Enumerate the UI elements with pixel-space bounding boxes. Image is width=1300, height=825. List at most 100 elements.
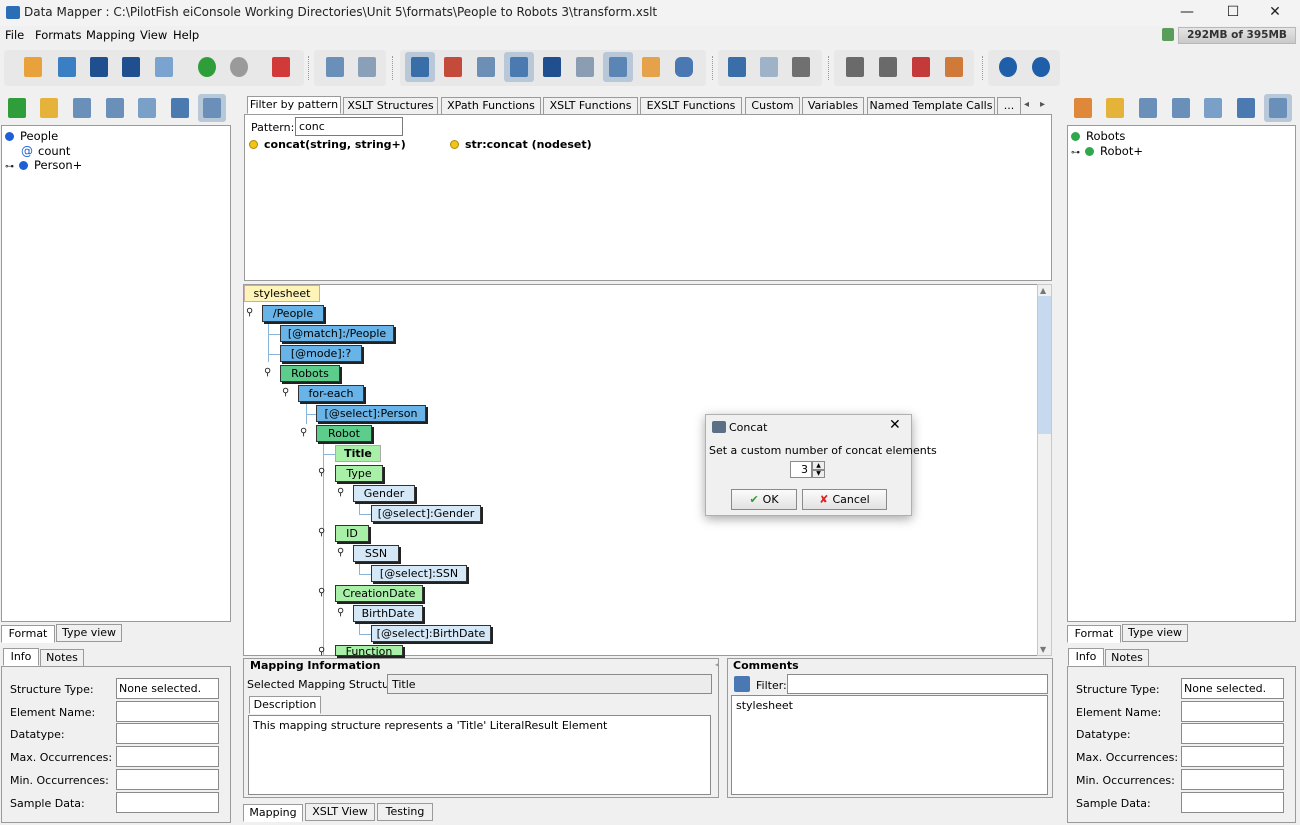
- cancel-button[interactable]: ✘ Cancel: [802, 489, 887, 510]
- tree-item-robot[interactable]: ⊶ Robot+: [1071, 144, 1143, 158]
- save-as-button[interactable]: [116, 52, 146, 82]
- node-for-each[interactable]: for-each: [298, 385, 364, 402]
- spinner-up-icon[interactable]: ▲: [812, 461, 825, 470]
- tab-type-view-right[interactable]: Type view: [1122, 624, 1188, 642]
- node-select-gender[interactable]: [@select]:Gender: [371, 505, 481, 522]
- tab-description[interactable]: Description: [249, 696, 321, 714]
- attribute-view-button[interactable]: [603, 52, 633, 82]
- delete-node-button[interactable]: [906, 52, 936, 82]
- info-view-button[interactable]: [405, 52, 435, 82]
- structure-type-field[interactable]: None selected.: [116, 678, 219, 699]
- target-search-button[interactable]: [1101, 94, 1129, 122]
- collapse-key-icon[interactable]: ⚲: [300, 427, 307, 438]
- node-robot[interactable]: Robot: [316, 425, 372, 442]
- collapse-key-icon[interactable]: ⚲: [318, 467, 325, 478]
- node-select-ssn[interactable]: [@select]:SSN: [371, 565, 467, 582]
- node-gender[interactable]: Gender: [353, 485, 415, 502]
- max-occurrences-field[interactable]: [116, 746, 219, 767]
- minimize-button[interactable]: —: [1164, 0, 1210, 26]
- sample-data-field[interactable]: [1181, 792, 1284, 813]
- target-list-button[interactable]: [1167, 94, 1195, 122]
- target-tree[interactable]: Robots ⊶ Robot+: [1067, 125, 1296, 622]
- comments-list[interactable]: stylesheet: [731, 695, 1048, 795]
- new-file-button[interactable]: [18, 52, 48, 82]
- node-title[interactable]: Title: [335, 445, 381, 462]
- close-window-button[interactable]: ✕: [1252, 0, 1298, 26]
- settings-list-button[interactable]: [352, 52, 382, 82]
- node-select-birthdate[interactable]: [@select]:BirthDate: [371, 625, 491, 642]
- tab-more[interactable]: ...: [997, 97, 1021, 115]
- tree-item-robots[interactable]: Robots: [1071, 129, 1125, 143]
- target-add-button[interactable]: [1069, 94, 1097, 122]
- node-birth-date[interactable]: BirthDate: [353, 605, 423, 622]
- tree-item-person[interactable]: ⊶ Person+: [5, 158, 82, 172]
- menu-file[interactable]: File: [5, 28, 24, 42]
- cut-button[interactable]: [722, 52, 752, 82]
- menu-formats[interactable]: Formats: [35, 28, 82, 42]
- help-button[interactable]: [993, 52, 1023, 82]
- collapse-key-icon[interactable]: ⚲: [337, 487, 344, 498]
- tab-scroll-right-icon[interactable]: ▸: [1040, 99, 1045, 110]
- tab-notes-right[interactable]: Notes: [1105, 649, 1149, 667]
- element-name-field[interactable]: [1181, 701, 1284, 722]
- source-edit-button[interactable]: [166, 94, 194, 122]
- collapse-key-icon[interactable]: ⚲: [318, 527, 325, 538]
- memory-indicator[interactable]: 292MB of 395MB: [1178, 27, 1296, 44]
- target-document-button[interactable]: [1134, 94, 1162, 122]
- node-match-attribute[interactable]: [@match]:/People: [280, 325, 394, 342]
- node-ssn[interactable]: SSN: [353, 545, 399, 562]
- collapse-key-icon[interactable]: ⚲: [282, 387, 289, 398]
- max-occurrences-field[interactable]: [1181, 746, 1284, 767]
- tab-format-left[interactable]: Format: [1, 625, 55, 643]
- node-mode-attribute[interactable]: [@mode]:?: [280, 345, 362, 362]
- tree-item-count[interactable]: @ count: [21, 144, 70, 158]
- tab-info-left[interactable]: Info: [3, 648, 39, 666]
- tab-info-right[interactable]: Info: [1068, 648, 1104, 666]
- collapse-key-icon[interactable]: ⚲: [318, 587, 325, 598]
- tab-filter-by-pattern[interactable]: Filter by pattern: [247, 96, 341, 114]
- tab-testing[interactable]: Testing: [377, 803, 433, 821]
- tab-custom[interactable]: Custom: [745, 97, 800, 115]
- datatype-field[interactable]: [1181, 723, 1284, 744]
- about-button[interactable]: [1026, 52, 1056, 82]
- node-select-person[interactable]: [@select]:Person: [316, 405, 426, 422]
- redo-button[interactable]: [224, 52, 254, 82]
- target-edit-button[interactable]: [1232, 94, 1260, 122]
- node-creation-date[interactable]: CreationDate: [335, 585, 423, 602]
- window-view-button[interactable]: [636, 52, 666, 82]
- maximize-button[interactable]: ☐: [1210, 0, 1256, 26]
- source-find-button[interactable]: [133, 94, 161, 122]
- spinner-down-icon[interactable]: ▼: [812, 470, 825, 478]
- save-view-button[interactable]: [537, 52, 567, 82]
- collapse-key-icon[interactable]: ⚲: [318, 646, 325, 657]
- scroll-down-icon[interactable]: ▼: [1040, 645, 1046, 654]
- scroll-up-icon[interactable]: ▲: [1040, 286, 1046, 295]
- tab-named-template-calls[interactable]: Named Template Calls: [867, 97, 995, 115]
- tree-item-people[interactable]: People: [5, 129, 58, 143]
- node-function[interactable]: Function: [335, 645, 403, 656]
- menu-help[interactable]: Help: [173, 28, 199, 42]
- xslt-view-button[interactable]: [504, 52, 534, 82]
- source-search-button[interactable]: [35, 94, 63, 122]
- node-robots[interactable]: Robots: [280, 365, 340, 382]
- tab-type-view-left[interactable]: Type view: [56, 624, 122, 642]
- paste-button[interactable]: [786, 52, 816, 82]
- comment-item[interactable]: stylesheet: [736, 699, 1043, 712]
- function-str-concat[interactable]: str:concat (nodeset): [450, 138, 592, 151]
- source-filter-button[interactable]: [198, 94, 226, 122]
- copy-button[interactable]: [754, 52, 784, 82]
- xls-export-button[interactable]: [149, 52, 179, 82]
- source-document-button[interactable]: [68, 94, 96, 122]
- tab-xpath-functions[interactable]: XPath Functions: [441, 97, 541, 115]
- garbage-collect-icon[interactable]: [1162, 28, 1174, 41]
- tab-scroll-left-icon[interactable]: ◂: [1024, 99, 1029, 110]
- save-button[interactable]: [84, 52, 114, 82]
- exit-button[interactable]: [266, 52, 296, 82]
- selected-structure-field[interactable]: Title: [387, 674, 712, 694]
- source-list-button[interactable]: [101, 94, 129, 122]
- function-concat[interactable]: concat(string, string+): [249, 138, 406, 151]
- color-node-button[interactable]: [939, 52, 969, 82]
- element-name-field[interactable]: [116, 701, 219, 722]
- tab-format-right[interactable]: Format: [1067, 625, 1121, 643]
- target-find-button[interactable]: [1199, 94, 1227, 122]
